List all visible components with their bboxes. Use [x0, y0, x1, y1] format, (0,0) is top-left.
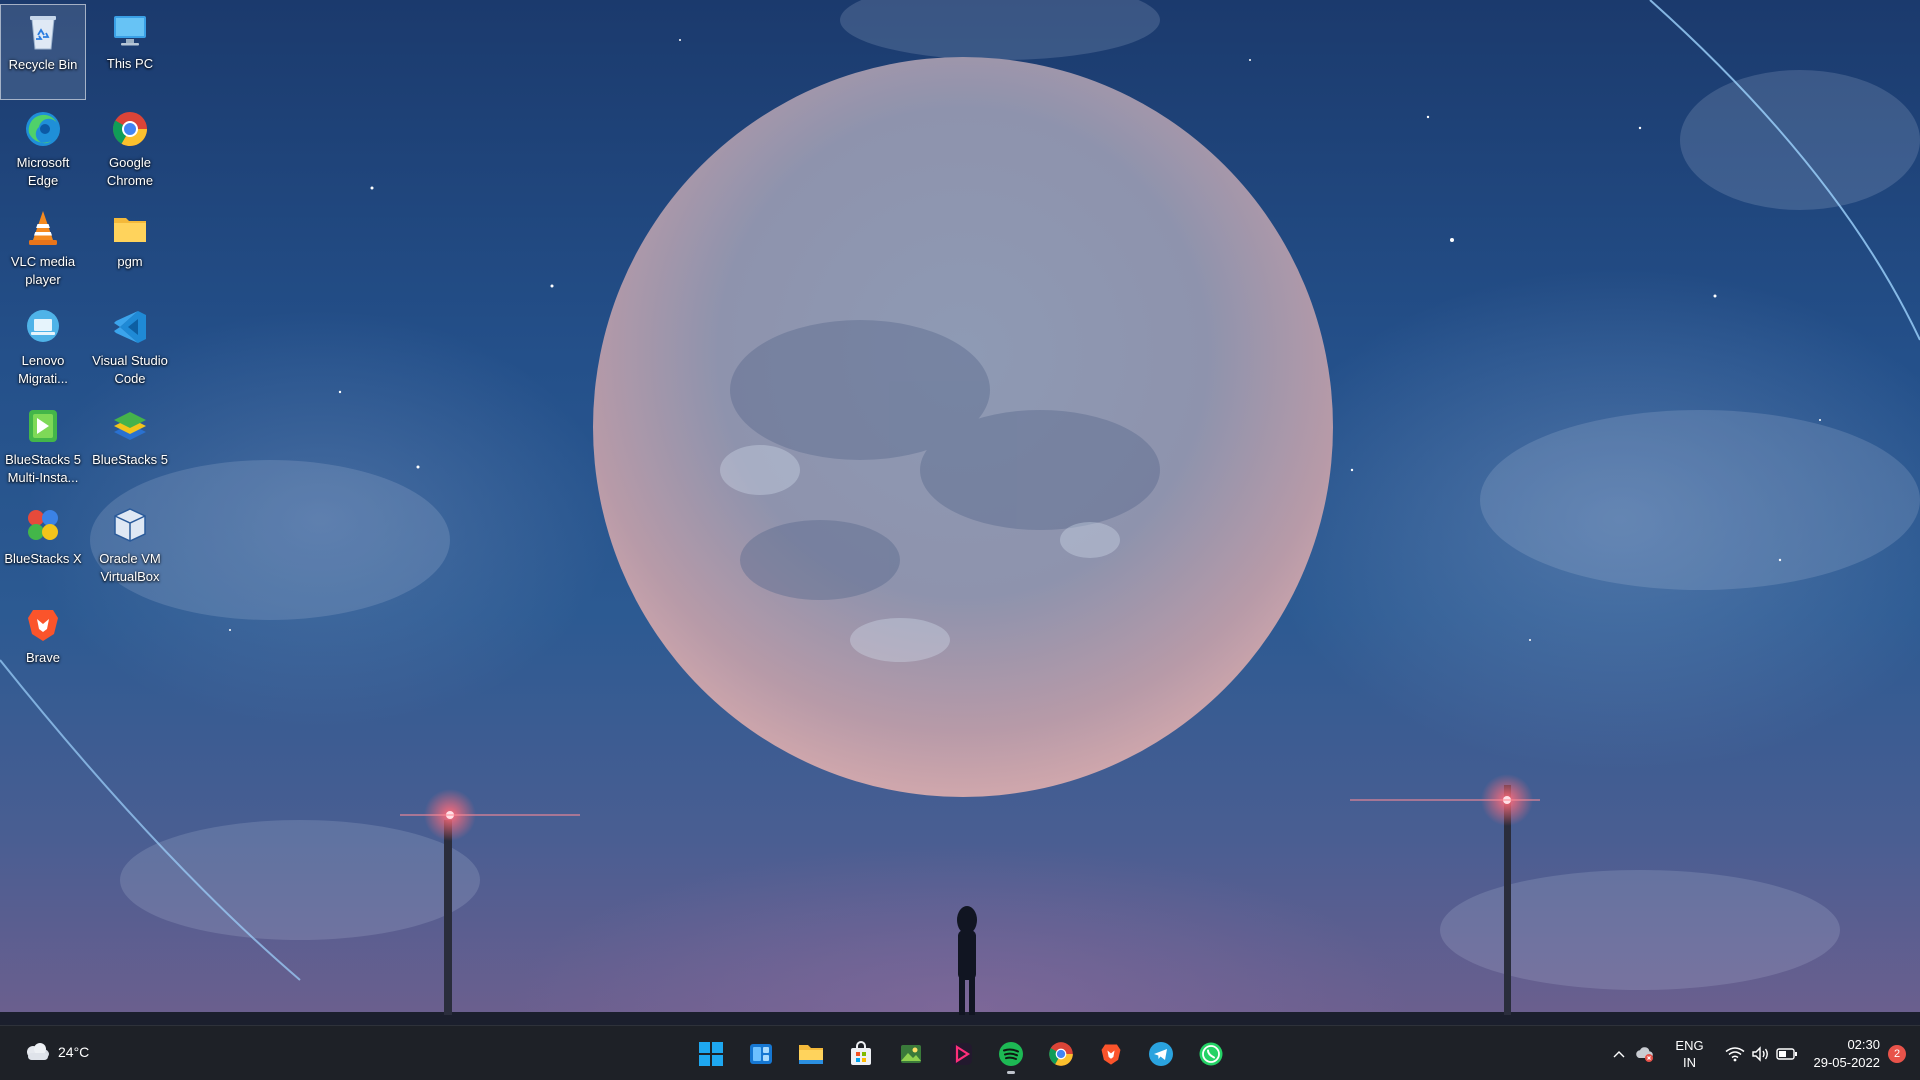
desktop-icon-label: Lenovo Migrati...: [18, 353, 68, 386]
cloudy-night-icon: [27, 1043, 49, 1060]
photos-icon: [901, 1045, 921, 1063]
desktop-icon-label: BlueStacks X: [4, 551, 82, 566]
weather-widget[interactable]: 24°C: [22, 1038, 89, 1066]
region-code: IN: [1683, 1054, 1696, 1070]
taskbar: 24°C ENG IN 02:30 29-05-2022 2: [0, 1025, 1920, 1080]
desktop-icon-recycle-bin[interactable]: Recycle Bin: [0, 4, 86, 100]
language-code: ENG: [1675, 1037, 1704, 1053]
whatsapp-icon: [1199, 1042, 1223, 1066]
monitor-icon: [114, 16, 146, 46]
taskbar-apps: [686, 1034, 1236, 1074]
desktop-icon-label: Microsoft Edge: [16, 155, 70, 188]
taskbar-telegram-button[interactable]: [1136, 1034, 1186, 1074]
taskbar-chrome-button[interactable]: [1036, 1034, 1086, 1074]
store-icon: [851, 1041, 871, 1065]
lenovo-migration-icon: [27, 310, 59, 342]
taskbar-start-button[interactable]: [686, 1034, 736, 1074]
bluestacks-icon: [114, 412, 146, 440]
speaker-icon: [1751, 1045, 1768, 1062]
desktop-icon-bluestacks-multi-instance[interactable]: BlueStacks 5 Multi-Insta...: [0, 400, 86, 496]
vlc-cone-icon: [29, 211, 57, 245]
desktop-icon-bluestacks-x[interactable]: BlueStacks X: [0, 499, 86, 595]
desktop-icon-this-pc[interactable]: This PC: [87, 4, 173, 100]
desktop-icon-vlc[interactable]: VLC media player: [0, 202, 86, 298]
wifi-icon: [1725, 1046, 1744, 1061]
wifi-button[interactable]: [1722, 1041, 1748, 1067]
desktop-icon-label: Recycle Bin: [8, 57, 78, 72]
vscode-icon: [114, 311, 146, 343]
windows-start-icon: [699, 1042, 723, 1066]
weather-temperature: 24°C: [58, 1044, 90, 1060]
widgets-icon: [750, 1044, 772, 1064]
cloud-error-icon: [1635, 1046, 1653, 1062]
running-indicator: [1007, 1071, 1015, 1074]
chevron-up-icon: [1613, 1050, 1624, 1057]
taskbar-whatsapp-button[interactable]: [1186, 1034, 1236, 1074]
taskbar-file-explorer-button[interactable]: [786, 1034, 836, 1074]
battery-icon: [1775, 1047, 1797, 1060]
taskbar-media-player-button[interactable]: [936, 1034, 986, 1074]
desktop-icon-label: This PC: [106, 56, 154, 71]
desktop-icon-microsoft-edge[interactable]: Microsoft Edge: [0, 103, 86, 199]
taskbar-widgets-button[interactable]: [736, 1034, 786, 1074]
desktop-icon-label: Visual Studio Code: [92, 353, 168, 386]
desktop-icon-label: Oracle VM VirtualBox: [99, 551, 161, 584]
desktop-icon-label: BlueStacks 5 Multi-Insta...: [5, 452, 81, 485]
desktop-icon-label: Brave: [26, 650, 60, 665]
telegram-icon: [1149, 1042, 1173, 1066]
folder-icon: [114, 218, 146, 242]
chrome-icon: [113, 112, 147, 146]
brave-icon: [28, 610, 58, 641]
virtualbox-icon: [114, 508, 146, 542]
media-player-icon: [950, 1043, 972, 1065]
volume-button[interactable]: [1748, 1041, 1774, 1067]
desktop-icon-bluestacks-5[interactable]: BlueStacks 5: [87, 400, 173, 496]
bluestacks-x-icon: [28, 510, 58, 540]
clock-date: 29-05-2022: [1813, 1054, 1881, 1070]
desktop-wallpaper: [0, 0, 1920, 1025]
desktop-icon-label: Google Chrome: [106, 155, 154, 188]
defender-tray-button[interactable]: [1632, 1041, 1658, 1067]
taskbar-spotify-button[interactable]: [986, 1034, 1036, 1074]
spotify-icon: [999, 1042, 1023, 1066]
desktop-icon-label: pgm: [117, 254, 143, 269]
edge-icon: [26, 112, 60, 146]
desktop-icon-brave[interactable]: Brave: [0, 598, 86, 694]
notification-badge[interactable]: 2: [1888, 1044, 1906, 1063]
desktop-icon-google-chrome[interactable]: Google Chrome: [87, 103, 173, 199]
recycle-bin-icon: [30, 16, 56, 50]
language-indicator[interactable]: ENG IN: [1666, 1037, 1714, 1071]
standing-figure: [957, 906, 977, 1015]
bluestacks-multi-icon: [29, 410, 57, 442]
wallpaper-art: [0, 0, 1920, 1025]
battery-button[interactable]: [1774, 1041, 1800, 1067]
desktop-icon-visual-studio-code[interactable]: Visual Studio Code: [87, 301, 173, 397]
chrome-icon: [1049, 1042, 1073, 1066]
taskbar-store-button[interactable]: [836, 1034, 886, 1074]
clock-time: 02:30: [1847, 1036, 1880, 1052]
system-tray: ENG IN 02:30 29-05-2022 2: [1606, 1026, 1920, 1080]
clock[interactable]: 02:30 29-05-2022: [1814, 1036, 1881, 1072]
taskbar-brave-button[interactable]: [1086, 1034, 1136, 1074]
desktop-icon-label: BlueStacks 5: [92, 452, 168, 467]
brave-icon: [1101, 1044, 1121, 1065]
show-hidden-icons-button[interactable]: [1606, 1041, 1632, 1067]
desktop-icon-oracle-virtualbox[interactable]: Oracle VM VirtualBox: [87, 499, 173, 595]
folder-icon: [799, 1045, 823, 1064]
taskbar-photos-button[interactable]: [886, 1034, 936, 1074]
desktop-icon-lenovo-migration[interactable]: Lenovo Migrati...: [0, 301, 86, 397]
desktop-icon-pgm-folder[interactable]: pgm: [87, 202, 173, 298]
desktop-icon-label: VLC media player: [10, 254, 76, 287]
